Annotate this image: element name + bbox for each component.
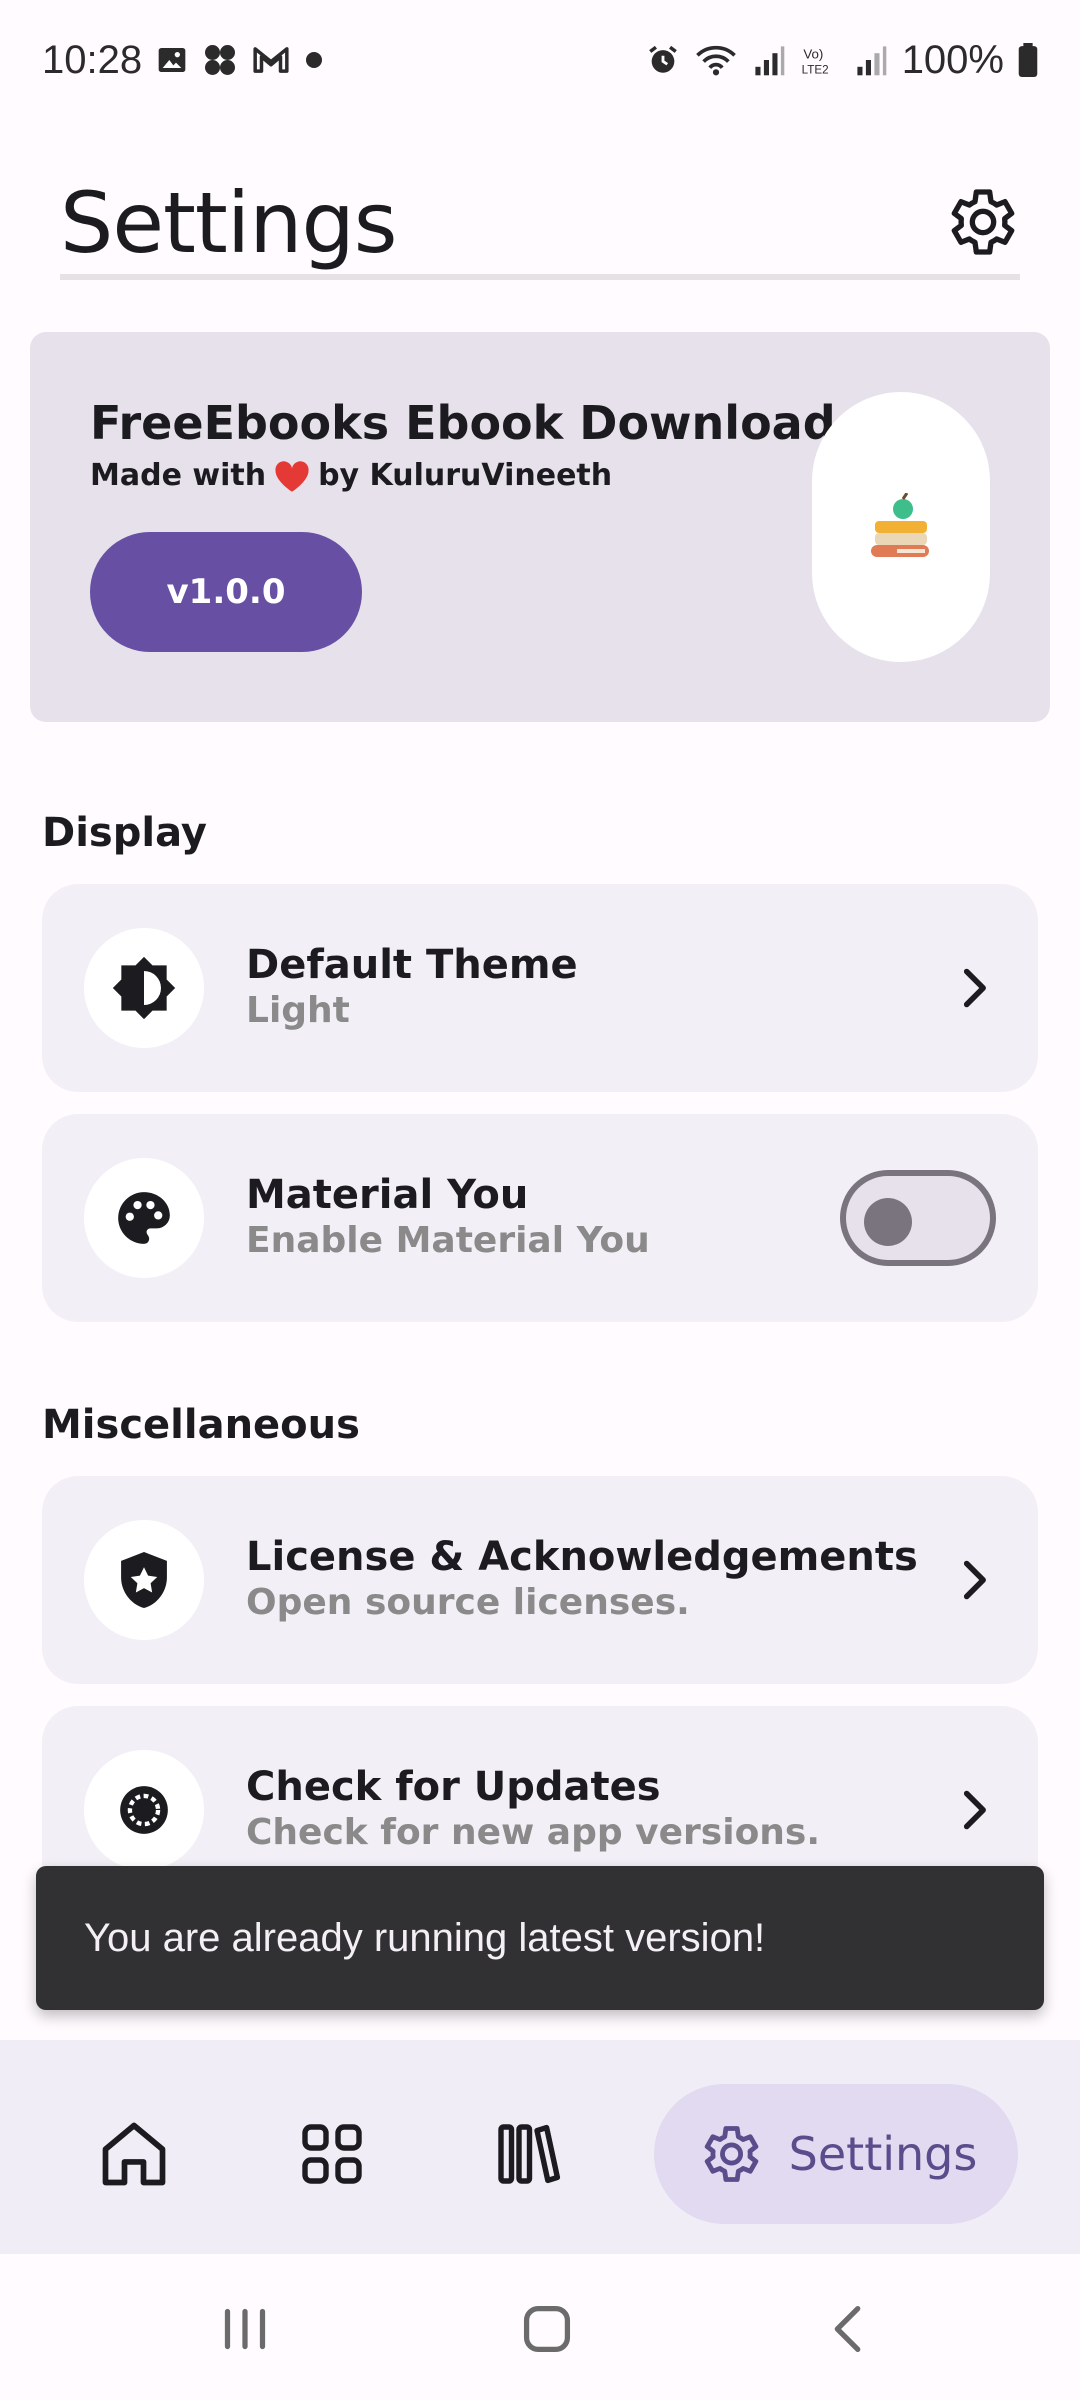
setting-default-theme[interactable]: Default Theme Light (42, 884, 1038, 1092)
row-title: Default Theme (246, 942, 578, 988)
library-icon (498, 2124, 561, 2184)
recents-icon (224, 2308, 266, 2350)
snackbar: You are already running latest version! (36, 1866, 1044, 2010)
signal-r-icon (752, 43, 786, 77)
shield-star-icon (121, 1552, 167, 1608)
chevron-right-icon (952, 1558, 996, 1602)
nav-library[interactable] (458, 2084, 598, 2224)
nav-categories[interactable] (262, 2084, 402, 2224)
app-name: FreeEbooks Ebook Downloader (90, 396, 890, 450)
status-left: 10:28 (42, 38, 324, 83)
row-icon-container (84, 928, 204, 1048)
credit-suffix: by KuluruVineeth (318, 458, 613, 493)
setting-license[interactable]: License & Acknowledgements Open source l… (42, 1476, 1038, 1684)
categories-icon (302, 2124, 362, 2184)
settings-icon (704, 2126, 758, 2182)
row-subtitle: Enable Material You (246, 1220, 650, 1261)
svg-text:Vo): Vo) (803, 46, 823, 61)
battery-icon (1018, 43, 1038, 77)
version-button[interactable]: v1.0.0 (90, 532, 362, 652)
setting-material-you[interactable]: Material You Enable Material You (42, 1114, 1038, 1322)
app-info-card: FreeEbooks Ebook Downloader Made with by… (30, 332, 1050, 722)
palette-icon (118, 1192, 170, 1244)
nav-settings[interactable]: Settings (654, 2084, 1018, 2224)
gmail-icon (252, 45, 290, 75)
svg-text:LTE2: LTE2 (801, 63, 828, 76)
credit-prefix: Made with (90, 458, 267, 493)
status-right: Vo) LTE2 100% (646, 38, 1038, 83)
row-icon-container (84, 1520, 204, 1640)
heart-icon (274, 460, 310, 492)
bottom-navigation: Settings (0, 2040, 1080, 2254)
row-icon-container (84, 1158, 204, 1278)
app-logo (812, 392, 990, 662)
page-title: Settings (60, 174, 398, 272)
section-title-display: Display (42, 810, 207, 856)
page-header: Settings (60, 160, 1020, 280)
wifi-icon (694, 43, 738, 77)
back-chevron-icon (834, 2305, 861, 2353)
row-title: Check for Updates (246, 1764, 661, 1810)
settings-gear-icon (940, 182, 1020, 262)
dot-icon (304, 50, 324, 70)
home-square-icon (523, 2305, 571, 2353)
toggle-knob (864, 1198, 912, 1246)
alarm-icon (646, 43, 680, 77)
nav-home[interactable] (64, 2084, 204, 2224)
snackbar-message: You are already running latest version! (84, 1915, 766, 1960)
status-time: 10:28 (42, 37, 143, 82)
row-title: License & Acknowledgements (246, 1534, 918, 1580)
row-title: Material You (246, 1172, 529, 1218)
row-icon-container (84, 1750, 204, 1870)
row-subtitle: Check for new app versions. (246, 1812, 821, 1853)
row-subtitle: Open source licenses. (246, 1582, 690, 1623)
home-nav-button[interactable] (512, 2294, 582, 2364)
chevron-right-icon (952, 966, 996, 1010)
app-credit: Made with by KuluruVineeth (90, 458, 612, 493)
material-you-toggle[interactable] (840, 1170, 996, 1266)
brightness-icon (112, 956, 176, 1020)
gallery-icon (156, 44, 188, 76)
update-icon (120, 1786, 168, 1834)
books-apple-icon (871, 493, 929, 557)
back-button[interactable] (814, 2294, 884, 2364)
row-subtitle: Light (246, 990, 350, 1031)
battery-percent: 100% (901, 37, 1004, 82)
pinwheel-icon (202, 42, 238, 78)
section-title-miscellaneous: Miscellaneous (42, 1402, 360, 1448)
volte-icon: Vo) LTE2 (800, 43, 840, 77)
status-bar: 10:28 Vo) LTE2 100% (0, 0, 1080, 120)
signal-icon (854, 43, 888, 77)
system-navigation-bar (0, 2254, 1080, 2400)
chevron-right-icon (952, 1788, 996, 1832)
nav-settings-label: Settings (788, 2127, 978, 2181)
home-icon (102, 2122, 166, 2186)
recents-button[interactable] (210, 2294, 280, 2364)
